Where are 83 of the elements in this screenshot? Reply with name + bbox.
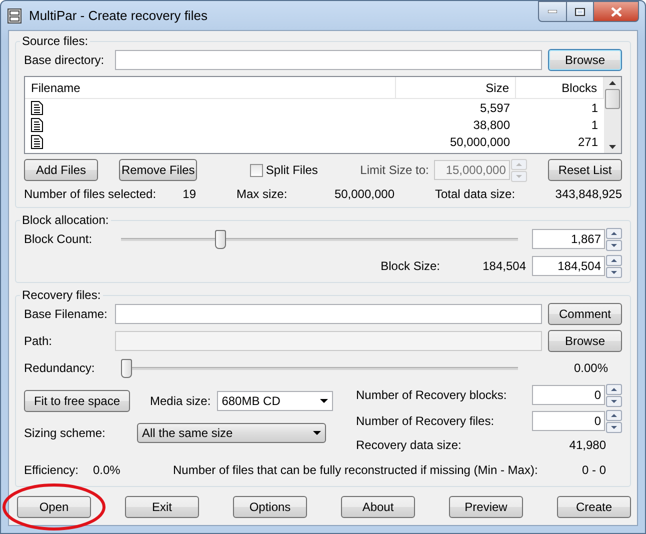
app-icon — [7, 8, 23, 24]
spin-buttons[interactable] — [606, 228, 622, 250]
scroll-up-icon[interactable] — [609, 81, 616, 85]
document-icon — [31, 134, 43, 148]
field-label: Efficiency: — [24, 463, 80, 477]
field-label: Limit Size to: — [360, 163, 429, 177]
stat-value: 50,000,000 — [334, 187, 394, 201]
spin-buttons[interactable] — [606, 384, 622, 406]
minimize-icon — [548, 10, 557, 13]
column-header[interactable]: Filename — [25, 77, 396, 99]
reconstruct-value: 0 - 0 — [582, 463, 606, 477]
slider-thumb[interactable] — [121, 359, 132, 378]
stat-label: Number of files selected: — [24, 187, 156, 201]
maximize-button[interactable] — [566, 1, 594, 22]
close-button[interactable] — [593, 1, 639, 22]
number-field[interactable]: 0 — [532, 411, 605, 431]
dialog-button[interactable]: Create — [557, 496, 631, 518]
number-field[interactable]: 1,867 — [532, 229, 605, 249]
sizing-scheme-dropdown[interactable]: All the same size — [137, 423, 326, 443]
field-label: Number of Recovery files: — [356, 414, 496, 428]
scroll-thumb[interactable] — [605, 89, 620, 109]
dialog-button[interactable]: Options — [233, 496, 307, 518]
fit-to-free-space-button[interactable]: Fit to free space — [24, 390, 130, 412]
field-label: Redundancy: — [24, 361, 96, 375]
checkbox[interactable] — [250, 164, 263, 176]
reset-list-button[interactable]: Reset List — [548, 159, 622, 181]
stat-value: 19 — [182, 187, 196, 201]
dialog-button[interactable]: Exit — [125, 496, 199, 518]
block-size-value: 184,504 — [482, 259, 526, 273]
stat-label: Max size: — [236, 187, 288, 201]
path-field[interactable] — [115, 331, 542, 351]
recovery-data-size-value: 41,980 — [569, 438, 606, 452]
field-label: Base directory: — [24, 53, 106, 67]
media-size-dropdown[interactable]: 680MB CD — [216, 391, 333, 411]
spin-buttons[interactable] — [606, 254, 622, 278]
base-directory-field[interactable] — [115, 50, 542, 70]
dropdown-arrow-icon — [313, 431, 321, 435]
field-label: Number of Recovery blocks: — [356, 388, 508, 402]
table-cell-text: 38,800 — [472, 118, 511, 132]
field-label: Base Filename: — [24, 307, 108, 321]
number-field[interactable]: 184,504 — [532, 256, 605, 276]
document-icon — [31, 100, 43, 114]
scrollbar[interactable] — [604, 77, 621, 153]
field-label: Block Size: — [380, 259, 440, 273]
efficiency-value: 0.0% — [93, 463, 122, 477]
spin-buttons[interactable] — [606, 410, 622, 432]
stat-value: 343,848,925 — [555, 187, 622, 201]
column-header[interactable]: Size — [396, 77, 516, 99]
number-field[interactable]: 0 — [532, 385, 605, 405]
group-title: Source files: — [21, 34, 90, 48]
browse-button[interactable]: Browse — [548, 49, 622, 71]
add-files-button[interactable]: Add Files — [24, 159, 98, 181]
field-label: Recovery data size: — [356, 438, 462, 452]
table-cell-text: 50,000,000 — [448, 134, 511, 148]
dialog-button[interactable]: Preview — [449, 496, 523, 518]
scroll-down-icon[interactable] — [609, 145, 616, 149]
table-cell-text: 5,597 — [478, 100, 511, 114]
group-title: Recovery files: — [21, 288, 102, 302]
browse-button[interactable]: Browse — [548, 330, 622, 352]
field-label: Block Count: — [24, 232, 94, 246]
field-label: Number of files that can be fully reconstructed if missing (Min - Max): — [173, 463, 538, 477]
group-title: Block allocation: — [21, 213, 110, 227]
field-label: Sizing scheme: — [24, 426, 106, 440]
field-label: Media size: — [150, 394, 211, 408]
comment-button[interactable]: Comment — [548, 303, 622, 325]
dropdown-arrow-icon — [320, 399, 328, 403]
window-title: MultiPar - Create recovery files — [29, 8, 208, 23]
stat-label: Total data size: — [435, 187, 516, 201]
redundancy-value: 0.00% — [574, 361, 608, 375]
document-icon — [31, 118, 43, 132]
slider-thumb[interactable] — [215, 230, 226, 249]
table-cell-text: 1 — [590, 118, 599, 132]
maximize-icon — [575, 8, 585, 16]
field-label: Path: — [24, 334, 54, 348]
table-cell-text: 1 — [590, 100, 599, 114]
remove-files-button[interactable]: Remove Files — [119, 159, 198, 181]
base-filename-field[interactable] — [115, 304, 542, 324]
checkbox-label: Split Files — [266, 163, 318, 177]
table-cell-text: 271 — [576, 134, 599, 148]
minimize-button[interactable] — [538, 1, 567, 22]
dialog-button[interactable]: Open — [17, 496, 91, 518]
dialog-button[interactable]: About — [341, 496, 415, 518]
close-icon — [610, 6, 622, 16]
